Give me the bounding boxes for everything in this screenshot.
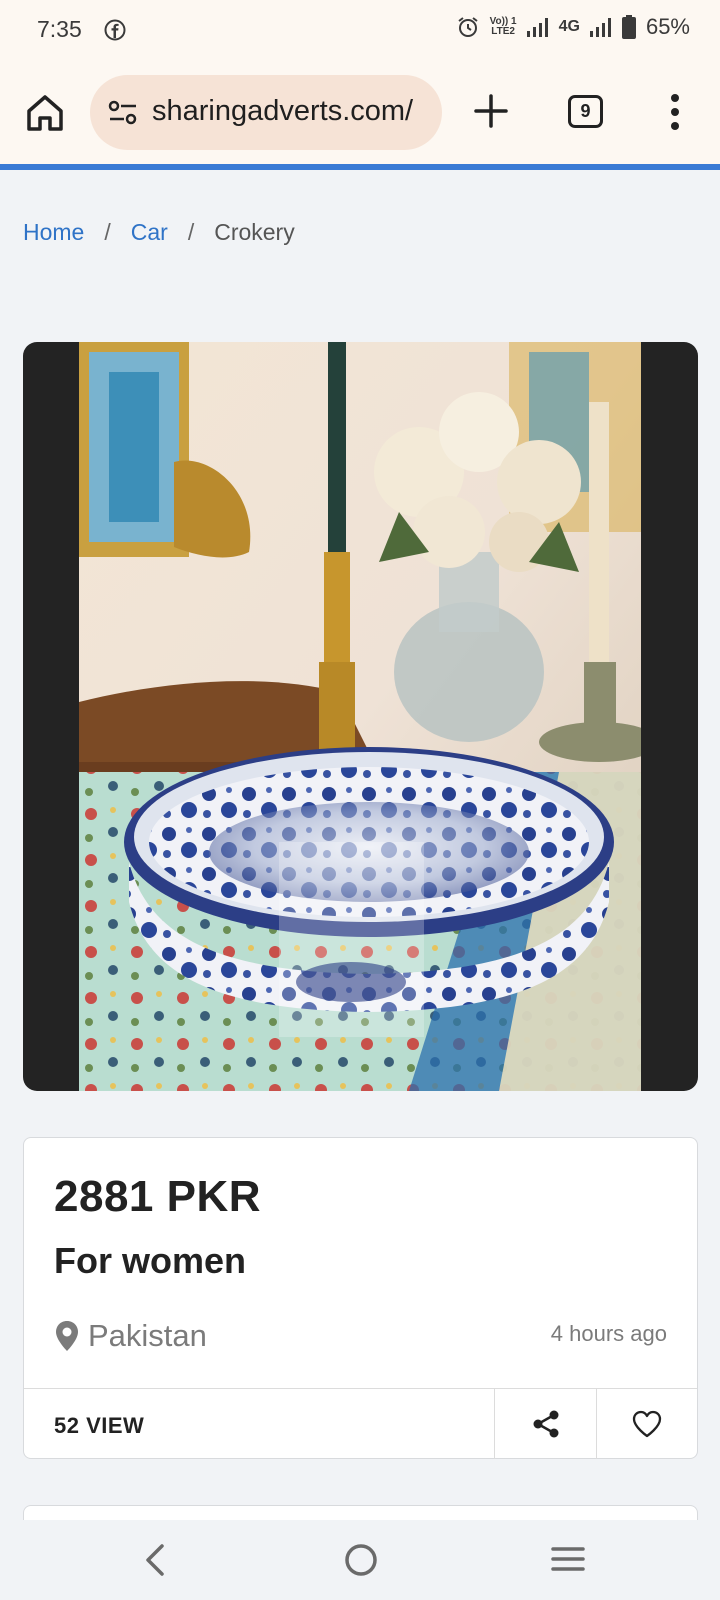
page-load-indicator	[0, 164, 720, 170]
address-bar[interactable]: sharingadverts.com/	[90, 75, 442, 150]
alarm-icon	[457, 17, 478, 37]
breadcrumb-separator: /	[187, 219, 195, 245]
breadcrumb-car[interactable]: Car	[131, 219, 168, 246]
heart-icon	[632, 1410, 662, 1438]
browser-toolbar: sharingadverts.com/ 9	[0, 62, 720, 164]
home-circle-icon[interactable]	[343, 1542, 379, 1578]
posted-time: 4 hours ago	[550, 1321, 667, 1346]
status-time: 7:35	[37, 16, 82, 42]
tabs-icon[interactable]: 9	[568, 95, 603, 128]
home-icon[interactable]	[24, 92, 66, 134]
url-text[interactable]: sharingadverts.com/	[152, 95, 413, 128]
battery-percent: 65%	[645, 14, 690, 39]
recents-icon[interactable]	[550, 1544, 586, 1574]
location-pin-icon	[56, 1321, 78, 1351]
status-bar: 7:35 Vo)) 1 LTE2 4G 65%	[0, 0, 720, 62]
signal-icon	[589, 18, 611, 37]
breadcrumb: Home / Car / Crokery	[23, 219, 295, 246]
tab-count: 9	[580, 101, 591, 121]
location-text: Pakistan	[88, 1318, 207, 1353]
back-icon[interactable]	[140, 1540, 170, 1580]
plus-icon[interactable]	[472, 92, 510, 130]
listing-location: Pakistan	[54, 1318, 207, 1354]
battery-icon	[621, 15, 636, 39]
signal-icon	[526, 18, 548, 37]
share-button[interactable]	[494, 1389, 596, 1459]
share-icon	[533, 1410, 558, 1438]
facebook-icon	[104, 19, 126, 41]
network-type: 4G	[558, 18, 580, 35]
more-vert-icon[interactable]	[665, 92, 685, 132]
listing-card: 2881 PKR For women Pakistan 4 hours ago …	[23, 1137, 698, 1459]
system-nav-bar	[0, 1520, 720, 1600]
volte-line2: LTE2	[491, 26, 515, 37]
listing-image-frame[interactable]	[23, 342, 698, 1091]
favorite-button[interactable]	[596, 1389, 697, 1459]
site-settings-icon[interactable]	[108, 100, 138, 126]
listing-title: For women	[54, 1240, 247, 1281]
volte-indicator: Vo)) 1 LTE2	[490, 17, 517, 37]
view-count: 52 VIEW	[54, 1413, 145, 1438]
breadcrumb-current: Crokery	[214, 219, 295, 245]
breadcrumb-separator: /	[104, 219, 111, 245]
status-indicators: Vo)) 1 LTE2 4G 65%	[456, 14, 690, 40]
breadcrumb-home[interactable]: Home	[23, 219, 84, 246]
listing-photo[interactable]	[79, 342, 641, 1091]
listing-price: 2881 PKR	[54, 1172, 262, 1221]
